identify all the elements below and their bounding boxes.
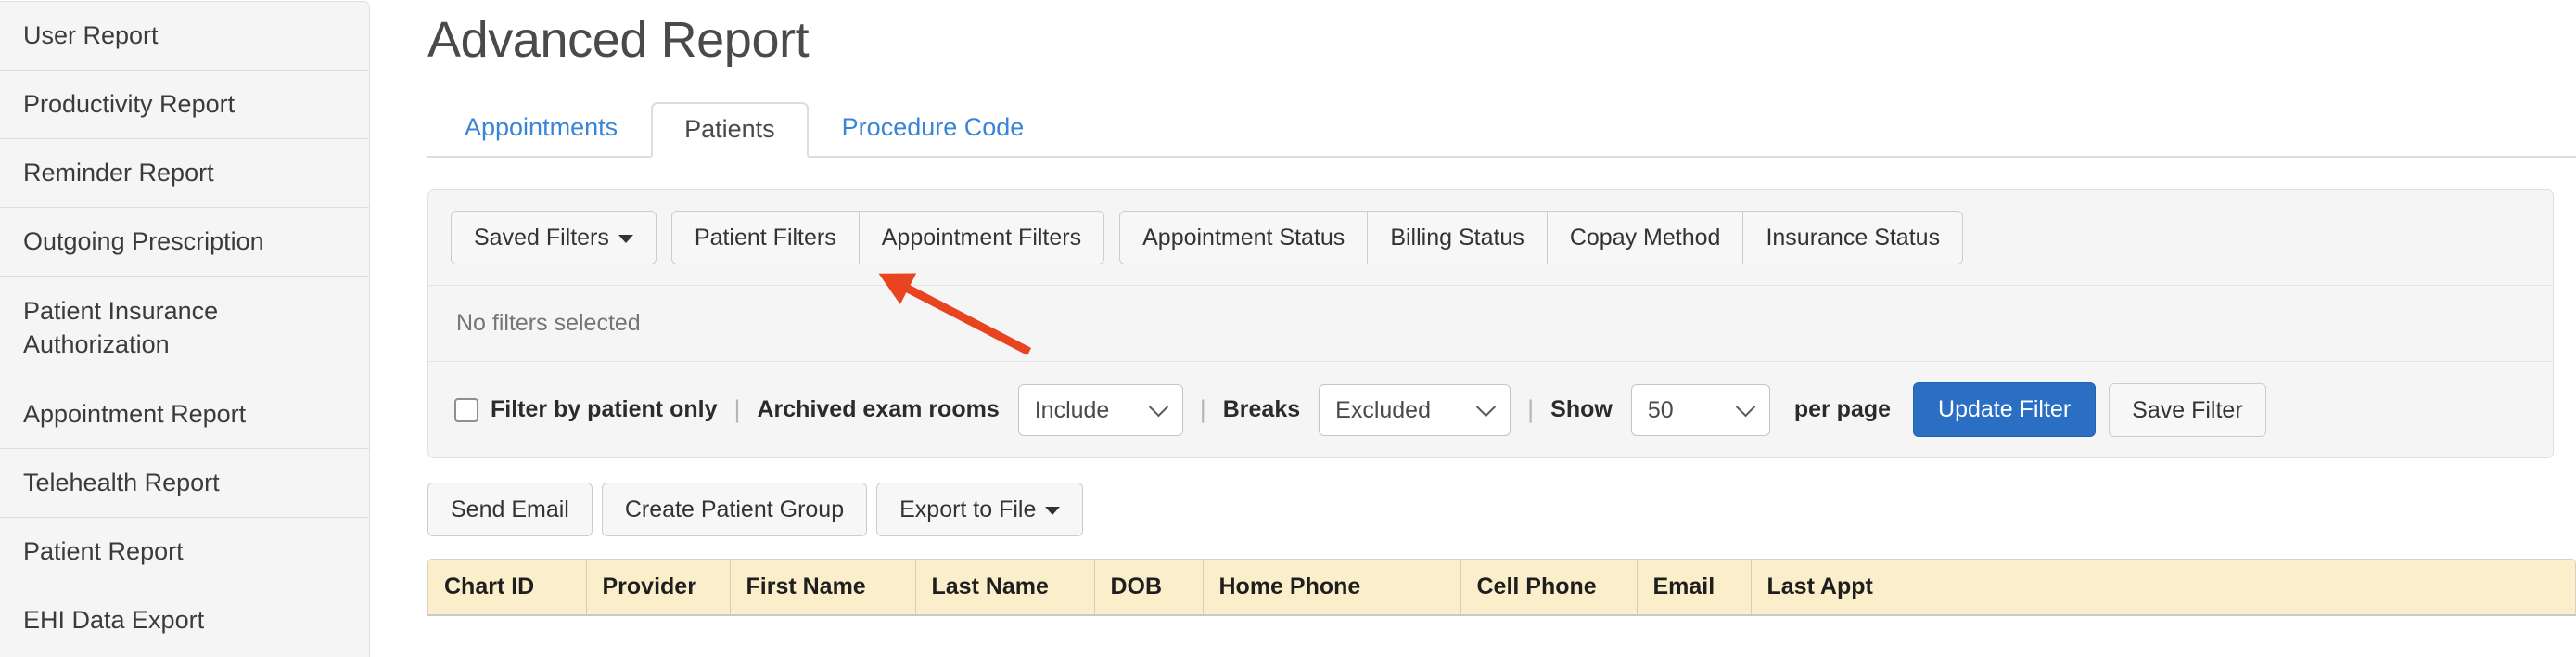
billing-status-button[interactable]: Billing Status	[1367, 211, 1548, 264]
per-page-label: per page	[1793, 396, 1892, 422]
checkbox-icon	[454, 397, 478, 422]
breaks-select[interactable]: Excluded	[1319, 383, 1511, 436]
archived-exam-rooms-select[interactable]: Include	[1017, 383, 1183, 436]
column-header-dob[interactable]: DOB	[1094, 560, 1204, 614]
sidebar-item-productivity-report[interactable]: Productivity Report	[0, 71, 369, 139]
export-to-file-button[interactable]: Export to File	[876, 483, 1084, 536]
filter-by-patient-only-checkbox[interactable]: Filter by patient only	[454, 396, 717, 423]
sidebar-item-label: Telehealth Report	[23, 468, 220, 496]
column-header-home-phone[interactable]: Home Phone	[1203, 560, 1461, 614]
tab-procedure-code[interactable]: Procedure Code	[809, 100, 1058, 156]
column-header-last-name[interactable]: Last Name	[915, 560, 1095, 614]
column-header-chart-id[interactable]: Chart ID	[428, 560, 587, 614]
page-title: Advanced Report	[427, 12, 810, 68]
tab-patients[interactable]: Patients	[651, 102, 809, 158]
sidebar-item-patient-insurance-authorization[interactable]: Patient Insurance Authorization	[0, 277, 369, 380]
column-header-cell-phone[interactable]: Cell Phone	[1460, 560, 1638, 614]
sidebar-item-label: Patient Report	[23, 536, 184, 565]
sidebar-item-patient-report[interactable]: Patient Report	[0, 518, 369, 586]
divider-2: |	[1199, 395, 1206, 423]
divider-3: |	[1527, 395, 1535, 423]
appointment-status-button[interactable]: Appointment Status	[1119, 211, 1369, 264]
patient-appointment-filters-group: Patient Filters Appointment Filters	[670, 211, 1105, 264]
insurance-status-button[interactable]: Insurance Status	[1742, 211, 1964, 264]
show-per-page-select-wrap: 50	[1630, 383, 1770, 436]
report-sidebar: User Report Productivity Report Reminder…	[0, 1, 370, 657]
column-header-first-name[interactable]: First Name	[730, 560, 916, 614]
show-per-page-select[interactable]: 50	[1630, 383, 1770, 436]
tab-appointments[interactable]: Appointments	[431, 100, 651, 156]
sidebar-item-label: Patient Insurance Authorization	[23, 296, 219, 358]
sidebar-item-outgoing-prescription[interactable]: Outgoing Prescription	[0, 208, 369, 277]
archived-exam-rooms-label: Archived exam rooms	[757, 396, 1000, 422]
create-patient-group-button[interactable]: Create Patient Group	[601, 483, 868, 536]
selected-filters-status: No filters selected	[428, 286, 2553, 362]
sidebar-item-ehi-data-export[interactable]: EHI Data Export	[0, 586, 369, 655]
sidebar-item-label: Appointment Report	[23, 399, 247, 428]
column-header-last-appt[interactable]: Last Appt	[1751, 560, 2575, 614]
breaks-select-wrap: Excluded	[1319, 383, 1511, 436]
show-label: Show	[1550, 396, 1613, 422]
appointment-filters-button[interactable]: Appointment Filters	[858, 211, 1105, 264]
save-filter-button[interactable]: Save Filter	[2109, 382, 2266, 437]
filter-by-patient-only-label: Filter by patient only	[491, 396, 718, 422]
report-tabs: Appointments Patients Procedure Code	[427, 102, 2576, 158]
sidebar-item-label: EHI Data Export	[23, 606, 205, 635]
main-content: Advanced Report Appointments Patients Pr…	[370, 0, 2576, 657]
patients-results-table: Chart ID Provider First Name Last Name D…	[427, 559, 2576, 616]
archived-exam-rooms-select-wrap: Include	[1017, 383, 1183, 436]
sidebar-item-label: User Report	[23, 20, 159, 49]
saved-filters-button[interactable]: Saved Filters	[451, 211, 657, 264]
sidebar-item-label: Reminder Report	[23, 158, 214, 187]
chevron-down-icon	[1045, 506, 1061, 515]
table-header-row: Chart ID Provider First Name Last Name D…	[428, 560, 2575, 614]
filter-panel: Saved Filters Patient Filters Appointmen…	[427, 189, 2554, 458]
export-to-file-label: Export to File	[899, 496, 1037, 522]
results-table: Chart ID Provider First Name Last Name D…	[428, 560, 2575, 614]
filter-buttons-row: Saved Filters Patient Filters Appointmen…	[428, 190, 2553, 286]
app-root: User Report Productivity Report Reminder…	[0, 0, 2576, 657]
filter-options-row: Filter by patient only | Archived exam r…	[428, 362, 2553, 457]
sidebar-item-telehealth-report[interactable]: Telehealth Report	[0, 449, 369, 518]
column-header-email[interactable]: Email	[1637, 560, 1752, 614]
status-filters-group: Appointment Status Billing Status Copay …	[1119, 211, 1964, 264]
saved-filters-group: Saved Filters	[451, 211, 657, 264]
update-filter-button[interactable]: Update Filter	[1913, 382, 2097, 437]
column-header-provider[interactable]: Provider	[586, 560, 731, 614]
sidebar-item-reminder-report[interactable]: Reminder Report	[0, 139, 369, 208]
action-buttons-row: Send Email Create Patient Group Export t…	[427, 483, 2576, 536]
copay-method-button[interactable]: Copay Method	[1546, 211, 1744, 264]
sidebar-item-appointment-report[interactable]: Appointment Report	[0, 380, 369, 449]
sidebar-item-label: Productivity Report	[23, 89, 236, 118]
divider-1: |	[733, 395, 741, 423]
patient-filters-button[interactable]: Patient Filters	[670, 211, 860, 264]
send-email-button[interactable]: Send Email	[427, 483, 593, 536]
chevron-down-icon	[618, 234, 633, 243]
sidebar-item-user-report[interactable]: User Report	[0, 2, 369, 71]
saved-filters-label: Saved Filters	[474, 225, 609, 251]
breaks-label: Breaks	[1222, 396, 1301, 422]
sidebar-item-label: Outgoing Prescription	[23, 226, 264, 255]
